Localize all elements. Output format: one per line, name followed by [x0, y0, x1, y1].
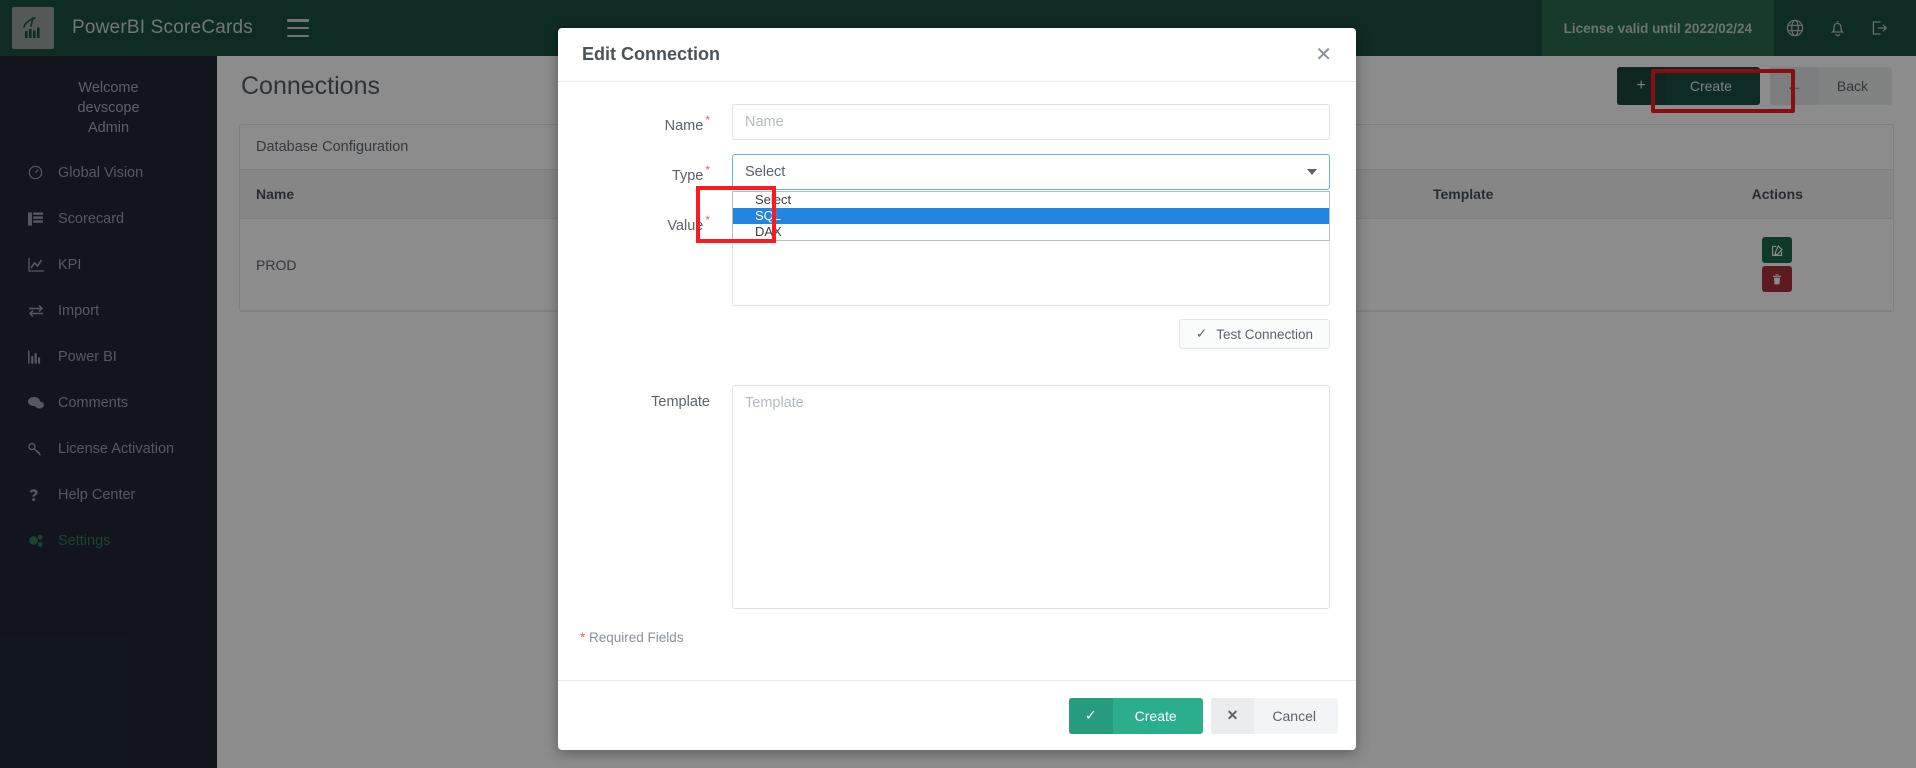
- name-label-text: Name: [664, 117, 704, 134]
- value-field-label: Value *: [576, 204, 732, 234]
- test-connection-label: Test Connection: [1216, 326, 1313, 342]
- dialog-footer: ✓ Create ✕ Cancel: [558, 680, 1356, 750]
- template-label-text: Template: [651, 394, 710, 410]
- close-icon[interactable]: ✕: [1315, 45, 1332, 65]
- close-icon: ✕: [1211, 698, 1255, 734]
- app-root: Connections + Create ← Back Database Con…: [0, 0, 1916, 768]
- dialog-create-button[interactable]: ✓ Create: [1068, 697, 1203, 734]
- dialog-header: Edit Connection ✕: [558, 28, 1356, 82]
- edit-connection-dialog: Edit Connection ✕ Name* Type*: [558, 28, 1356, 750]
- required-marker: *: [705, 113, 710, 127]
- template-field-label: Template: [576, 385, 732, 410]
- dialog-cancel-label: Cancel: [1272, 707, 1316, 724]
- required-marker: *: [705, 163, 710, 177]
- required-marker: *: [705, 213, 710, 227]
- check-icon: ✓: [1068, 697, 1113, 734]
- test-connection-button[interactable]: ✓ Test Connection: [1178, 319, 1330, 349]
- name-field-row: Name *: [576, 104, 1330, 140]
- type-select-dropdown: Select SQL DAX: [732, 191, 1330, 241]
- type-option-select[interactable]: Select: [733, 192, 1329, 208]
- dialog-body: Name* Type* Select: [558, 82, 1356, 680]
- template-field-row: Template: [576, 385, 1330, 614]
- type-option-sql[interactable]: SQL: [733, 208, 1329, 224]
- type-label-text: Type: [671, 167, 704, 184]
- value-label-text: Value: [667, 217, 704, 234]
- type-field-label: Type *: [576, 154, 732, 184]
- dialog-cancel-button[interactable]: ✕ Cancel: [1210, 697, 1338, 734]
- template-textarea[interactable]: [732, 385, 1330, 609]
- type-field-row: Type * Select Select SQL DAX: [576, 154, 1330, 241]
- chevron-down-icon: [1307, 169, 1317, 175]
- dialog-title: Edit Connection: [582, 44, 720, 64]
- required-fields-note: * Required Fields: [580, 630, 1330, 645]
- type-option-dax[interactable]: DAX: [733, 224, 1329, 240]
- dialog-create-label: Create: [1134, 707, 1177, 724]
- check-icon: ✓: [1195, 326, 1208, 341]
- type-select-value: Select: [745, 164, 786, 180]
- name-input[interactable]: [732, 104, 1330, 140]
- required-fields-text: Required Fields: [585, 630, 684, 645]
- name-field-label: Name *: [576, 104, 732, 134]
- type-select[interactable]: Select: [732, 154, 1330, 190]
